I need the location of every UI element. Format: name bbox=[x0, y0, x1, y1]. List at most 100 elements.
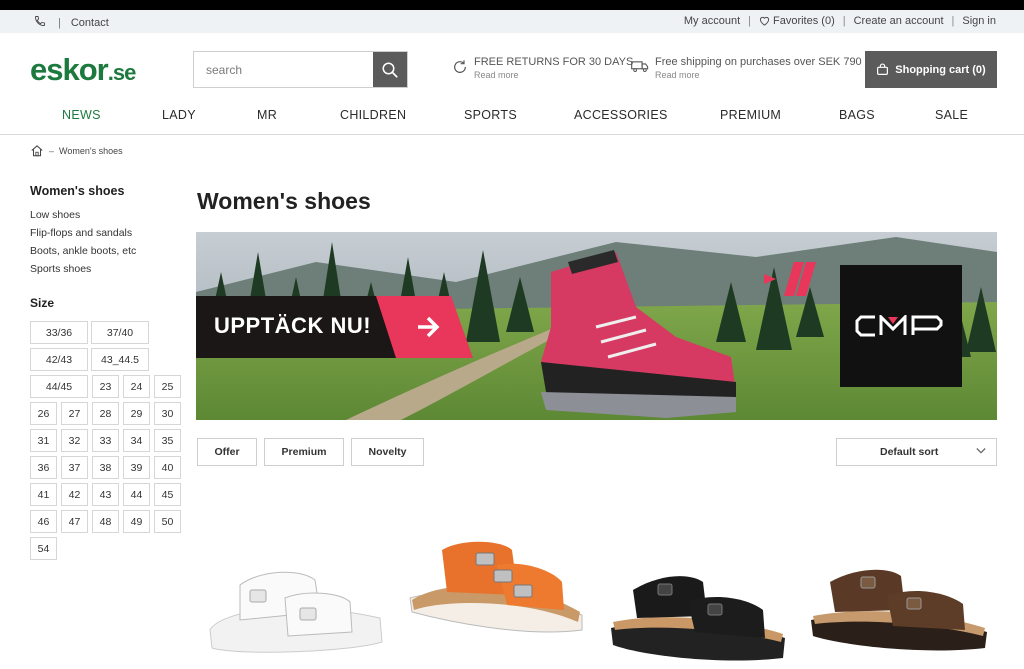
size-option[interactable]: 36 bbox=[30, 456, 57, 479]
utility-bar: | Contact My account | Favorites (0) | C… bbox=[0, 10, 1024, 33]
size-option[interactable]: 32 bbox=[61, 429, 88, 452]
size-option[interactable]: 47 bbox=[61, 510, 88, 533]
nav-item-lady[interactable]: LADY bbox=[162, 108, 196, 122]
size-filter-grid: 33/36 37/40 42/43 43_44.5 44/45 23 24 25 26 27 28 2… bbox=[30, 321, 190, 571]
size-option[interactable]: 45 bbox=[154, 483, 181, 506]
filter-offer-button[interactable]: Offer bbox=[197, 438, 257, 466]
page-title: Women's shoes bbox=[197, 188, 371, 214]
chevron-down-icon bbox=[976, 448, 986, 454]
my-account-link[interactable]: My account bbox=[684, 15, 740, 27]
separator: | bbox=[842, 15, 846, 27]
category-link-flip-flops[interactable]: Flip-flops and sandals bbox=[30, 227, 190, 245]
shopping-cart-button[interactable]: Shopping cart (0) bbox=[865, 51, 997, 88]
site-header: eskor.se FREE RETURNS FOR 30 DAYS Read m… bbox=[0, 33, 1024, 103]
size-option[interactable]: 43 bbox=[92, 483, 119, 506]
nav-item-premium[interactable]: PREMIUM bbox=[720, 108, 781, 122]
sign-in-link[interactable]: Sign in bbox=[962, 15, 996, 27]
discover-now-button[interactable]: UPPTÄCK NU! bbox=[196, 296, 473, 358]
cmp-logo-mark bbox=[855, 315, 943, 337]
shipping-read-more[interactable]: Read more bbox=[655, 70, 862, 80]
breadcrumb-current: Women's shoes bbox=[59, 145, 123, 156]
size-option[interactable]: 30 bbox=[154, 402, 181, 425]
size-option[interactable]: 41 bbox=[30, 483, 57, 506]
size-option[interactable]: 48 bbox=[92, 510, 119, 533]
size-option[interactable]: 37 bbox=[61, 456, 88, 479]
size-option[interactable]: 44 bbox=[123, 483, 150, 506]
free-returns-info[interactable]: FREE RETURNS FOR 30 DAYS Read more bbox=[452, 56, 633, 80]
size-option[interactable]: 42/43 bbox=[30, 348, 88, 371]
search-button[interactable] bbox=[373, 52, 407, 87]
size-option[interactable]: 24 bbox=[123, 375, 150, 398]
size-option[interactable]: 38 bbox=[92, 456, 119, 479]
free-shipping-info[interactable]: Free shipping on purchases over SEK 790 … bbox=[631, 56, 862, 80]
size-option[interactable]: 33/36 bbox=[30, 321, 88, 344]
search-icon bbox=[382, 62, 398, 78]
size-option[interactable]: 37/40 bbox=[91, 321, 149, 344]
sort-dropdown[interactable]: Default sort bbox=[836, 438, 997, 466]
size-option[interactable]: 26 bbox=[30, 402, 57, 425]
size-option[interactable]: 39 bbox=[123, 456, 150, 479]
nav-item-sports[interactable]: SPORTS bbox=[464, 108, 517, 122]
home-icon[interactable] bbox=[30, 144, 44, 157]
size-option[interactable]: 34 bbox=[123, 429, 150, 452]
product-card[interactable] bbox=[603, 520, 793, 669]
nav-item-children[interactable]: CHILDREN bbox=[340, 108, 406, 122]
phone-icon[interactable] bbox=[34, 15, 46, 30]
nav-item-sale[interactable]: SALE bbox=[935, 108, 968, 122]
size-option[interactable]: 49 bbox=[123, 510, 150, 533]
nav-item-bags[interactable]: BAGS bbox=[839, 108, 875, 122]
nav-item-mr[interactable]: MR bbox=[257, 108, 277, 122]
size-option[interactable]: 25 bbox=[154, 375, 181, 398]
cart-label: Shopping cart (0) bbox=[895, 63, 986, 76]
create-account-link[interactable]: Create an account bbox=[854, 15, 944, 27]
size-option[interactable]: 42 bbox=[61, 483, 88, 506]
separator: | bbox=[748, 15, 751, 27]
returns-title: FREE RETURNS FOR 30 DAYS bbox=[474, 56, 634, 68]
black-sandal-image bbox=[611, 576, 785, 661]
shopping-bag-icon bbox=[877, 63, 889, 75]
brown-sandal-image bbox=[811, 569, 987, 651]
returns-read-more[interactable]: Read more bbox=[474, 70, 633, 80]
search-input[interactable] bbox=[194, 52, 373, 87]
product-card[interactable] bbox=[200, 520, 390, 669]
size-option[interactable]: 50 bbox=[154, 510, 181, 533]
size-option[interactable]: 29 bbox=[123, 402, 150, 425]
filter-premium-button[interactable]: Premium bbox=[264, 438, 344, 466]
separator: | bbox=[58, 16, 61, 29]
search-box bbox=[193, 51, 408, 88]
top-black-strip bbox=[0, 0, 1024, 10]
nav-item-accessories[interactable]: ACCESSORIES bbox=[574, 108, 668, 122]
size-option[interactable]: 43_44.5 bbox=[91, 348, 149, 371]
heart-icon bbox=[759, 16, 770, 26]
truck-icon bbox=[631, 61, 649, 73]
category-link-sports-shoes[interactable]: Sports shoes bbox=[30, 263, 190, 281]
category-heading: Women's shoes bbox=[30, 184, 125, 198]
size-option[interactable]: 35 bbox=[154, 429, 181, 452]
product-card[interactable] bbox=[402, 520, 592, 669]
contact-link[interactable]: Contact bbox=[71, 17, 109, 29]
size-option[interactable]: 33 bbox=[92, 429, 119, 452]
white-sandal-image bbox=[209, 571, 383, 653]
size-option[interactable]: 31 bbox=[30, 429, 57, 452]
size-option[interactable]: 54 bbox=[30, 537, 57, 560]
main-navigation: NEWS LADY MR CHILDREN SPORTS ACCESSORIES… bbox=[0, 103, 1024, 135]
product-card[interactable] bbox=[805, 520, 995, 669]
favorites-link[interactable]: Favorites (0) bbox=[759, 15, 835, 27]
nav-item-news[interactable]: NEWS bbox=[62, 108, 101, 122]
size-option[interactable]: 40 bbox=[154, 456, 181, 479]
promo-banner[interactable]: UPPTÄCK NU! bbox=[196, 232, 997, 420]
size-option[interactable]: 46 bbox=[30, 510, 57, 533]
site-logo[interactable]: eskor.se bbox=[30, 54, 137, 88]
filter-novelty-button[interactable]: Novelty bbox=[351, 438, 424, 466]
return-arrow-icon bbox=[454, 60, 466, 73]
size-option[interactable]: 28 bbox=[92, 402, 119, 425]
logo-suffix: .se bbox=[107, 60, 137, 85]
category-link-low-shoes[interactable]: Low shoes bbox=[30, 209, 190, 227]
breadcrumb: – Women's shoes bbox=[30, 144, 123, 157]
size-option[interactable]: 44/45 bbox=[30, 375, 88, 398]
favorites-label: Favorites (0) bbox=[773, 15, 835, 27]
category-link-boots[interactable]: Boots, ankle boots, etc bbox=[30, 245, 190, 263]
breadcrumb-separator: – bbox=[49, 145, 55, 156]
size-option[interactable]: 23 bbox=[92, 375, 119, 398]
size-option[interactable]: 27 bbox=[61, 402, 88, 425]
